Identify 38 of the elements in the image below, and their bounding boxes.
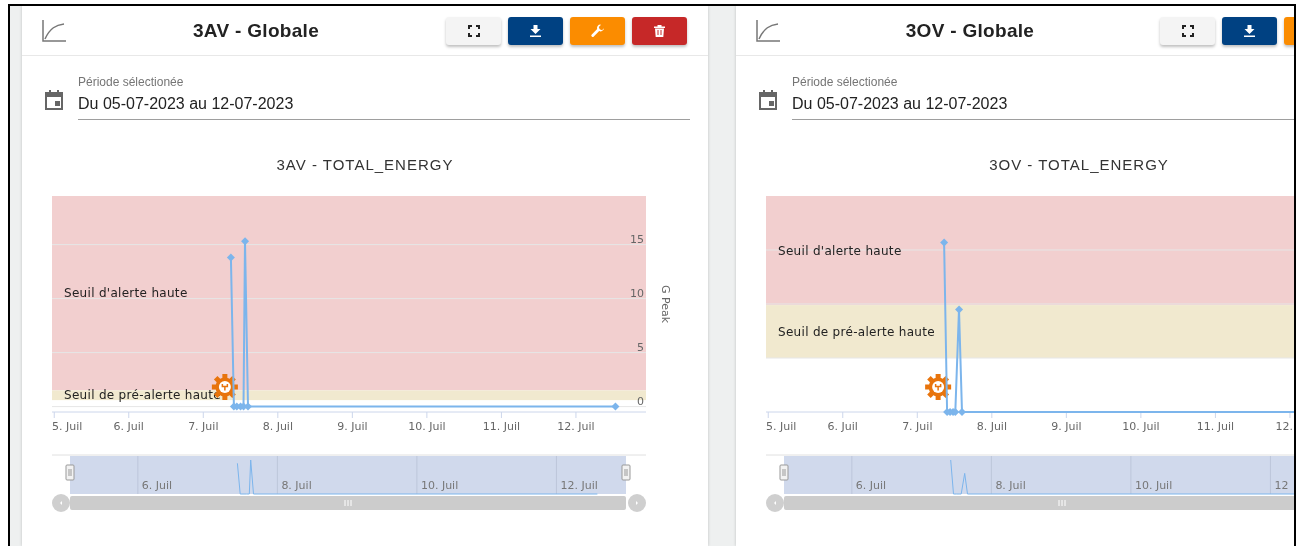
x-tick-label: 11. Juil <box>1196 420 1235 433</box>
band-label: Seuil d'alerte haute <box>778 243 902 258</box>
navigator-label: 6. Juil <box>855 479 887 492</box>
chart-title: 3OV - TOTAL_ENERGY <box>989 155 1169 175</box>
period-field[interactable]: Période sélectionée Du 05-07-2023 au 12-07-2023 <box>792 75 1294 120</box>
x-tick-label: 12. Juil <box>557 420 595 433</box>
x-tick-label: 5. Juil <box>52 420 83 433</box>
x-tick-label: 7. Juil <box>902 420 933 433</box>
x-tick-label: 7. Juil <box>188 420 219 433</box>
x-tick-label: 11. Juil <box>482 420 521 433</box>
band-label: Seuil d'alerte haute <box>64 286 188 301</box>
x-tick-label: 8. Juil <box>262 420 293 433</box>
x-tick-label: 9. Juil <box>337 420 368 433</box>
navigator-label: 12. Juil <box>560 479 598 492</box>
y-tick-label: 5 <box>637 340 644 354</box>
x-tick-label: 6. Juil <box>113 420 144 433</box>
chart-title: 3AV - TOTAL_ENERGY <box>276 155 454 175</box>
x-tick-label: 5. Juil <box>766 420 797 433</box>
y-axis-title: G Peak <box>659 284 672 324</box>
card-title: 3AV - Globale <box>192 19 320 42</box>
card-title: 3OV - Globale <box>904 19 1036 42</box>
navigator-label: 8. Juil <box>281 479 312 492</box>
x-tick-label: 6. Juil <box>827 420 858 433</box>
x-tick-label: 10. Juil <box>408 420 446 433</box>
y-tick-label: 0 <box>637 394 644 408</box>
period-field[interactable]: Période sélectionée Du 05-07-2023 au 12-07-2023 <box>78 75 690 120</box>
x-tick-label: 10. Juil <box>1122 420 1160 433</box>
x-tick-label: 9. Juil <box>1051 420 1082 433</box>
x-tick-label: 12. <box>1275 420 1293 433</box>
navigator-label: 10. Juil <box>1134 479 1173 492</box>
band-label: Seuil de pré-alerte haute <box>778 324 935 339</box>
navigator-label: 6. Juil <box>141 479 173 492</box>
y-tick-label: 15 <box>630 232 644 246</box>
y-tick-label: 10 <box>630 286 644 300</box>
x-tick-label: 8. Juil <box>976 420 1007 433</box>
navigator-label: 10. Juil <box>420 479 459 492</box>
navigator-label: 12 <box>1274 479 1289 492</box>
navigator-label: 8. Juil <box>995 479 1026 492</box>
